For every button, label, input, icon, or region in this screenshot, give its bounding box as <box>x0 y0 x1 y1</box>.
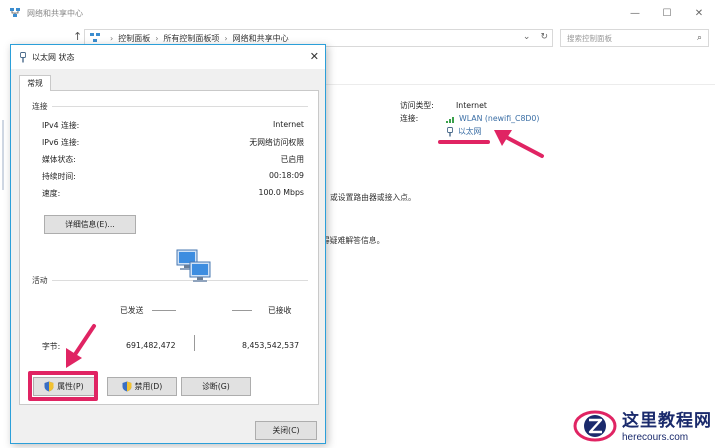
received-dash <box>232 310 252 311</box>
sent-dash <box>152 310 176 311</box>
details-button[interactable]: 详细信息(E)... <box>44 215 136 234</box>
wifi-signal-icon <box>446 116 454 123</box>
ethernet-icon <box>447 126 453 136</box>
maximize-button[interactable]: ☐ <box>652 5 682 21</box>
search-placeholder: 搜索控制面板 <box>567 33 612 43</box>
window-title: 网络和共享中心 <box>27 8 83 18</box>
divider <box>300 84 715 85</box>
bytes-label: 字节: <box>42 342 61 351</box>
media-state-row: 媒体状态: 已启用 <box>42 155 304 164</box>
window-titlebar: 网络和共享中心 <box>0 0 721 26</box>
sidebar-edge <box>2 120 4 190</box>
breadcrumb-control-panel[interactable]: 控制面板 <box>118 33 150 44</box>
group-divider <box>52 106 308 107</box>
annotation-arrow-icon <box>66 324 96 368</box>
bytes-sent-value: 691,482,472 <box>126 341 176 350</box>
connections-label: 连接: <box>400 114 419 123</box>
breadcrumb-separator: › <box>155 33 159 43</box>
minimize-button[interactable]: — <box>620 5 650 21</box>
window-close-button[interactable]: ✕ <box>684 5 714 21</box>
ipv4-row: IPv4 连接: Internet <box>42 120 304 130</box>
dialog-close-icon[interactable]: ✕ <box>310 50 319 63</box>
connection-group-label: 连接 <box>32 102 48 111</box>
search-icon[interactable]: ⌕ <box>697 33 702 43</box>
chevron-down-icon[interactable]: ⌄ <box>523 32 531 42</box>
speed-row: 速度: 100.0 Mbps <box>42 188 304 198</box>
shield-icon <box>122 381 132 392</box>
ethernet-icon <box>20 51 26 62</box>
network-center-icon <box>10 8 20 17</box>
diagnose-button[interactable]: 诊断(G) <box>181 377 251 396</box>
annotation-arrow-icon <box>494 130 544 158</box>
site-watermark: 这里教程网 herecours.com <box>572 402 717 446</box>
duration-row: 持续时间: 00:18:09 <box>42 171 304 181</box>
breadcrumb-separator: › <box>110 33 114 43</box>
search-input[interactable]: 搜索控制面板 ⌕ <box>560 29 709 47</box>
ethernet-highlight-underline <box>438 140 490 144</box>
wlan-connection-link[interactable]: WLAN (newifi_C8D0) <box>446 114 539 123</box>
watermark-en: herecours.com <box>622 431 689 443</box>
breadcrumb-separator: › <box>224 33 228 43</box>
up-button[interactable]: ↑ <box>73 30 82 43</box>
sent-label: 已发送 <box>120 306 144 315</box>
access-type-label: 访问类型: <box>400 101 434 110</box>
control-panel-icon <box>90 33 100 42</box>
troubleshoot-text: 得疑难解答信息。 <box>322 236 385 245</box>
disable-button[interactable]: 禁用(D) <box>107 377 177 396</box>
breadcrumb-all-items[interactable]: 所有控制面板项 <box>163 33 219 44</box>
access-type-value: Internet <box>456 101 487 110</box>
dialog-titlebar: 以太网 状态 ✕ <box>11 45 325 69</box>
tab-general[interactable]: 常规 <box>19 75 51 91</box>
ipv6-row: IPv6 连接: 无网络访问权限 <box>42 138 304 147</box>
received-label: 已接收 <box>268 306 292 315</box>
site-logo-icon <box>573 410 617 442</box>
dialog-close-button[interactable]: 关闭(C) <box>255 421 317 440</box>
network-computers-icon <box>176 249 211 282</box>
activity-group-label: 活动 <box>32 276 48 285</box>
watermark-cn: 这里教程网 <box>622 410 712 431</box>
bytes-received-value: 8,453,542,537 <box>242 341 300 350</box>
breadcrumb-network-center[interactable]: 网络和共享中心 <box>233 33 289 44</box>
ethernet-connection-link[interactable]: 以太网 <box>446 126 481 137</box>
properties-highlight-box <box>28 371 98 401</box>
dialog-title: 以太网 状态 <box>32 52 75 62</box>
bytes-divider <box>194 335 195 351</box>
refresh-icon[interactable]: ↻ <box>540 32 548 42</box>
setup-connection-text: 或设置路由器或接入点。 <box>330 193 416 202</box>
